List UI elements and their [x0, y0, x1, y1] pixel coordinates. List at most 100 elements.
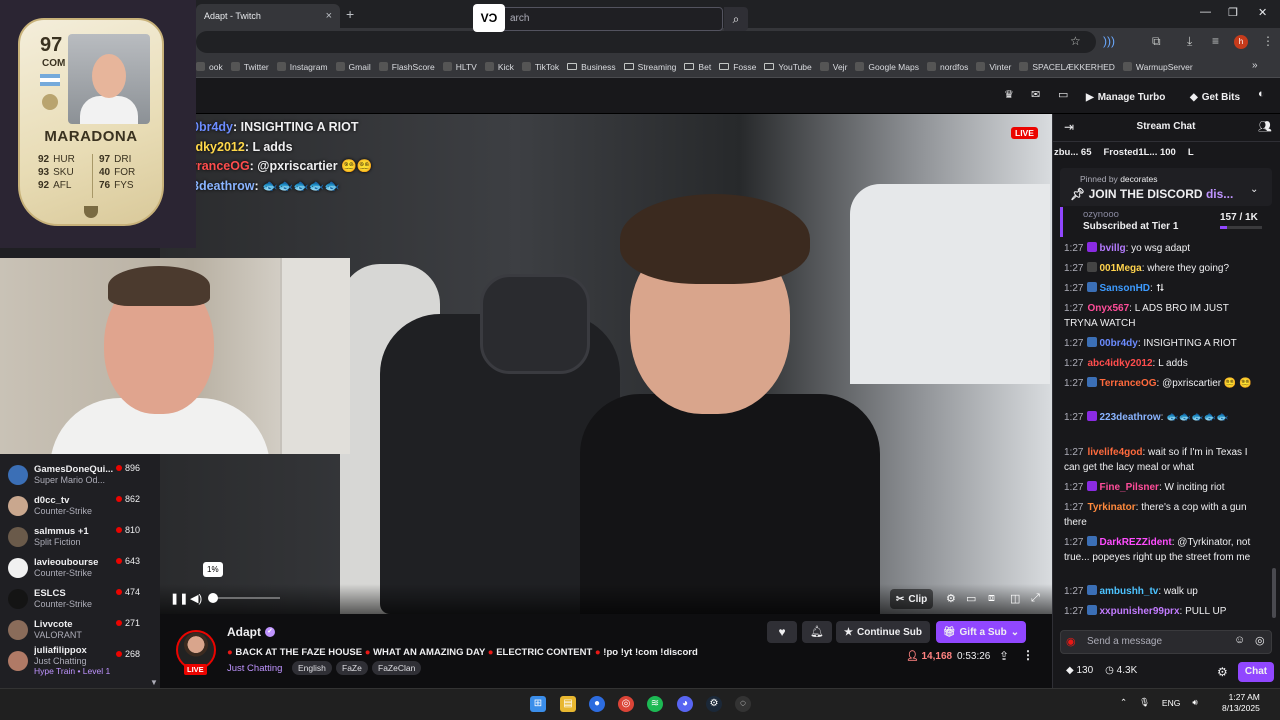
manage-turbo-button[interactable]: ▶ Manage Turbo	[1086, 86, 1165, 108]
sidebar-channel-row[interactable]: GamesDoneQui... Super Mario Od... 896	[0, 459, 160, 490]
star-icon[interactable]: ☆	[1070, 34, 1081, 48]
bookmark-item[interactable]: TikTok	[521, 62, 559, 72]
speaker-icon[interactable]: 🔊︎	[1192, 697, 1197, 708]
minimize-button[interactable]: —	[1200, 6, 1211, 18]
extensions-puzzle-icon[interactable]: ⧉	[1152, 34, 1161, 49]
media-queue-icon[interactable]: ≡	[1212, 34, 1219, 48]
chat-username[interactable]: DarkREZZident	[1099, 537, 1171, 548]
user-avatar-icon[interactable]: ◐	[1258, 88, 1265, 100]
inbox-icon[interactable]: ✉	[1031, 88, 1040, 101]
pinned-expand-chevron-icon[interactable]: ⌄	[1250, 184, 1258, 195]
chat-username[interactable]: xxpunisher99prx	[1099, 606, 1179, 617]
fullscreen-icon[interactable]: ⤢	[1031, 592, 1040, 605]
power-ups-icon[interactable]: ◎	[1255, 634, 1265, 647]
chat-username[interactable]: 223deathrow	[1099, 412, 1160, 423]
bookmark-item[interactable]: Google Maps	[855, 62, 919, 72]
bookmark-item[interactable]: Business	[567, 62, 616, 72]
tray-expand-icon[interactable]: ⌃	[1120, 697, 1127, 708]
volume-slider[interactable]	[210, 597, 280, 599]
drops-crown-icon[interactable]: ♛	[1004, 88, 1014, 101]
chat-username[interactable]: 00br4dy	[1099, 338, 1137, 349]
cast-icon[interactable]: ⧈	[988, 592, 995, 605]
microphone-icon[interactable]: 🎙︎	[1139, 697, 1150, 708]
chat-send-button[interactable]: Chat	[1238, 662, 1274, 682]
close-window-button[interactable]: ✕	[1258, 6, 1267, 19]
bookmark-item[interactable]: Fosse	[719, 62, 756, 72]
more-options-icon[interactable]: ⋮	[1022, 648, 1034, 662]
sidebar-channel-row[interactable]: lavieoubourse Counter-Strike 643	[0, 552, 160, 583]
new-tab-button[interactable]: +	[346, 6, 354, 22]
whispers-icon[interactable]: ▭	[1058, 88, 1068, 101]
volume-knob[interactable]	[208, 593, 218, 603]
bookmark-item[interactable]: WarmupServer	[1122, 62, 1193, 72]
channel-points[interactable]: ◷ 4.3K	[1105, 665, 1137, 676]
sidebar-scroll-down-icon[interactable]: ▼	[150, 678, 158, 687]
bookmark-item[interactable]: SPACELÆKKERHED	[1019, 62, 1115, 72]
chat-username[interactable]: TerranceOG	[1099, 378, 1156, 389]
app-tray-icon[interactable]: ◌	[735, 696, 751, 712]
bookmarks-more-icon[interactable]: »	[1252, 60, 1258, 71]
gift-sub-button[interactable]: 🎁︎ Gift a Sub ⌄	[936, 621, 1026, 643]
stream-category-link[interactable]: Just Chatting	[227, 663, 282, 674]
file-explorer-icon[interactable]: ▤	[560, 696, 576, 712]
bookmark-item[interactable]: Vejr	[819, 62, 847, 72]
get-bits-button[interactable]: ◆ Get Bits	[1190, 86, 1240, 108]
chat-username[interactable]: ambushh_tv	[1099, 586, 1158, 597]
profile-avatar[interactable]: h	[1234, 35, 1248, 49]
settings-gear-icon[interactable]: ⚙	[946, 592, 956, 605]
bookmark-item[interactable]: nordfos	[926, 62, 968, 72]
streamer-name[interactable]: Adapt ✓	[227, 625, 275, 639]
leaderboard-entry[interactable]: Frosted1L... 100	[1104, 147, 1176, 158]
chat-settings-gear-icon[interactable]: ⚙	[1217, 665, 1228, 679]
bookmark-item[interactable]: HLTV	[442, 62, 477, 72]
clip-button[interactable]: ✂ Clip	[890, 589, 934, 609]
maximize-button[interactable]: ❐	[1228, 6, 1238, 19]
discord-icon[interactable]: ◕	[677, 696, 693, 712]
chrome-icon[interactable]: ◎	[618, 696, 634, 712]
leaderboard-entry[interactable]: zbu... 65	[1054, 147, 1092, 158]
url-input[interactable]	[196, 31, 1096, 53]
language-indicator[interactable]: ENG	[1162, 698, 1180, 708]
chat-username[interactable]: abc4idky2012	[1087, 358, 1152, 369]
browser-menu-icon[interactable]: ⋮	[1262, 34, 1274, 48]
bookmark-item[interactable]: Kick	[484, 62, 514, 72]
picture-in-picture-icon[interactable]: ◫	[1010, 592, 1020, 605]
spotify-icon[interactable]: ≋	[647, 696, 663, 712]
chat-username[interactable]: Tyrkinator	[1087, 502, 1135, 513]
search-button[interactable]: ⌕	[724, 7, 748, 31]
notifications-button[interactable]: 🔔︎	[802, 621, 832, 643]
community-users-icon[interactable]: 👥︎	[1258, 120, 1272, 133]
tab-close-icon[interactable]: ×	[326, 10, 332, 22]
chat-username[interactable]: Onyx567	[1087, 303, 1129, 314]
extension-audio-icon[interactable]: )))	[1103, 34, 1115, 48]
share-icon[interactable]: ⇪	[999, 649, 1009, 663]
volume-icon[interactable]: ◀)	[190, 592, 202, 605]
bookmark-item[interactable]: Vinter	[976, 62, 1011, 72]
chat-username[interactable]: SansonHD	[1099, 283, 1150, 294]
bookmark-item[interactable]: Gmail	[335, 62, 371, 72]
sub-username[interactable]: ozynooo	[1083, 209, 1119, 220]
sidebar-channel-row[interactable]: salmmus +1 Split Fiction 810	[0, 521, 160, 552]
emote-picker-icon[interactable]: ☺	[1234, 634, 1245, 646]
theatre-mode-icon[interactable]: ▭	[966, 592, 976, 605]
bookmark-item[interactable]: Streaming	[623, 62, 676, 72]
chat-scrollbar[interactable]	[1272, 568, 1276, 618]
leaderboard-entry[interactable]: L	[1188, 147, 1194, 158]
chat-username[interactable]: bvillg	[1099, 243, 1125, 254]
bits-balance[interactable]: ◆ 130	[1066, 665, 1093, 676]
download-icon[interactable]: ⤓	[1187, 34, 1192, 49]
bookmark-item[interactable]: Bet	[684, 62, 711, 72]
follow-heart-button[interactable]: ♥	[767, 621, 797, 643]
search-input[interactable]: arch	[473, 7, 723, 31]
start-windows-icon[interactable]: ⊞	[530, 696, 546, 712]
pause-icon[interactable]: ❚❚	[170, 592, 188, 605]
chat-username[interactable]: 001Mega	[1099, 263, 1141, 274]
steam-icon[interactable]: ⚙	[706, 696, 722, 712]
tag-fazeclan[interactable]: FaZeClan	[372, 661, 422, 675]
chat-username[interactable]: livelife4god	[1087, 447, 1142, 458]
bookmark-item[interactable]: FlashScore	[378, 62, 435, 72]
app-globe-icon[interactable]: ●	[589, 696, 605, 712]
sidebar-channel-row[interactable]: Livvcote VALORANT 271	[0, 614, 160, 645]
chat-username[interactable]: Fine_Pilsner	[1099, 482, 1158, 493]
tag-faze[interactable]: FaZe	[336, 661, 368, 675]
